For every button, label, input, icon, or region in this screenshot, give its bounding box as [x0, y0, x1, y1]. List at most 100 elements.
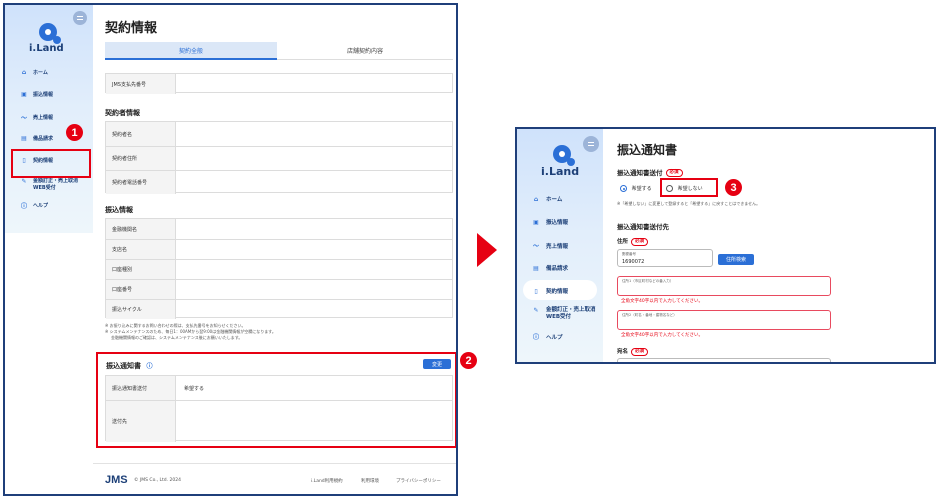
- jms-number-table: JMS支払先番号: [105, 73, 453, 94]
- address-label-text: 住所: [617, 239, 629, 245]
- sidebar-item-label-line2: WEB受付: [546, 314, 572, 320]
- sidebar-item-label: 備品請求: [33, 136, 54, 142]
- sidebar-item-contract[interactable]: ▯ 契約情報: [531, 287, 569, 296]
- sidebar-item-label: 備品請求: [546, 266, 569, 272]
- menu-toggle-button[interactable]: [73, 11, 87, 25]
- required-badge: 必須: [631, 347, 649, 356]
- bank-transfer-icon: ▣: [21, 91, 27, 98]
- send-label: 振込通知書送付 必須: [617, 167, 683, 177]
- row-label: 支店名: [106, 240, 176, 259]
- help-icon: ⓘ: [20, 203, 27, 210]
- name-label-text: 宛名: [617, 349, 629, 355]
- transfer-heading: 振込情報: [105, 206, 133, 214]
- sidebar-item-transfer[interactable]: ▣ 振込情報: [19, 91, 53, 98]
- radio-label: 希望する: [631, 186, 652, 192]
- sidebar-item-supplies[interactable]: ▤ 備品請求: [19, 135, 53, 142]
- sidebar-item-supplies[interactable]: ▤ 備品請求: [531, 264, 569, 273]
- sidebar-item-transfer[interactable]: ▣ 振込情報: [531, 218, 569, 227]
- sidebar-item-label-line2: WEB受付: [33, 185, 56, 191]
- step-badge-3: 3: [725, 179, 742, 196]
- footer-copyright: © JMS Co., Ltd. 2024: [134, 478, 181, 483]
- table-row: 口座種別: [106, 259, 452, 279]
- name-label: 宛名 必須: [617, 347, 649, 356]
- address2-error: 全角文字40字以内で入力してください。: [621, 333, 703, 338]
- iland-logo-icon: [553, 145, 575, 166]
- pencil-icon: ✎: [533, 307, 539, 314]
- radio-button[interactable]: [620, 185, 627, 192]
- next-step-arrow: [477, 233, 497, 267]
- document-icon: ▯: [534, 287, 538, 295]
- sidebar-item-label: 金額訂正・売上取消: [33, 178, 79, 184]
- sidebar-item-label: ヘルプ: [33, 203, 49, 209]
- postal-value: 1690072: [622, 259, 645, 265]
- sidebar-item-label: 金額訂正・売上取消: [546, 307, 596, 313]
- send-label-text: 振込通知書送付: [617, 169, 663, 177]
- invoice-icon: ▤: [533, 264, 539, 272]
- destination-heading: 振込通知書送付先: [617, 223, 669, 231]
- row-label: 契約者住所: [106, 147, 176, 170]
- table-row: 支店名: [106, 239, 452, 259]
- left-sidebar: i.Land ⌂ ホーム ▣ 振込情報 〜 売上情報 ▤ 備品請求 ▯ 契約情報…: [5, 5, 93, 233]
- radio-option-yes[interactable]: 希望する: [620, 185, 652, 192]
- step-badge-1: 1: [66, 124, 83, 141]
- right-screenshot: i.Land ⌂ ホーム ▣ 振込情報 〜 売上情報 ▤ 備品請求 ▯ 契約情報…: [515, 127, 936, 364]
- table-row: 契約者住所: [106, 146, 452, 170]
- right-sidebar: i.Land ⌂ ホーム ▣ 振込情報 〜 売上情報 ▤ 備品請求 ▯ 契約情報…: [517, 129, 603, 362]
- highlight-radio-no: [660, 178, 718, 197]
- row-label: 口座種別: [106, 260, 176, 279]
- transfer-table: 金融機関名 支店名 口座種別 口座番号 振込サイクル: [105, 218, 453, 319]
- invoice-icon: ▤: [21, 135, 27, 142]
- sidebar-item-sales[interactable]: 〜 売上情報: [531, 241, 568, 250]
- chart-line-icon: 〜: [20, 115, 27, 122]
- sidebar-item-correction[interactable]: ✎ 金額訂正・売上取消 WEB受付: [19, 178, 78, 192]
- sidebar-item-label: 振込情報: [546, 220, 569, 226]
- address2-input[interactable]: 住所2（町名・番地・建物名など）: [617, 310, 831, 330]
- step-badge-2-outer: 2: [460, 352, 477, 369]
- address-label: 住所 必須: [617, 237, 649, 246]
- required-badge: 必須: [665, 169, 683, 177]
- iland-logo-icon: [39, 23, 61, 44]
- tab-label: 店舗契約内容: [346, 48, 383, 55]
- row-label: JMS支払先番号: [106, 74, 176, 94]
- sidebar-item-correction[interactable]: ✎ 金額訂正・売上取消 WEB受付: [531, 307, 596, 321]
- transfer-note-3: 金融機関情報のご確認は、システムメンテナンス後にお願いいたします。: [111, 335, 243, 340]
- footer-link-terms[interactable]: i.Land利用規約: [311, 478, 343, 484]
- chart-line-icon: 〜: [532, 243, 539, 250]
- row-label: 振込サイクル: [106, 300, 176, 319]
- home-icon: ⌂: [21, 69, 27, 76]
- table-row: JMS支払先番号: [106, 74, 452, 94]
- footer-link-environment[interactable]: 利用環境: [361, 478, 379, 484]
- footer-link-privacy[interactable]: プライバシーポリシー: [396, 478, 441, 484]
- row-label: 契約者名: [106, 122, 176, 146]
- name-input[interactable]: [617, 358, 831, 362]
- contractor-heading: 契約者情報: [105, 109, 140, 117]
- sidebar-item-label: ホーム: [33, 70, 48, 76]
- tab-label: 契約全般: [178, 47, 203, 55]
- address1-input[interactable]: 住所1（市区町村などの番入力）: [617, 276, 831, 296]
- tab-store-contract[interactable]: 店舗契約内容: [277, 42, 453, 60]
- address-search-button[interactable]: 住所検索: [718, 254, 754, 265]
- required-badge: 必須: [631, 237, 649, 246]
- sidebar-item-help[interactable]: ⓘ ヘルプ: [531, 332, 563, 341]
- left-screenshot: i.Land ⌂ ホーム ▣ 振込情報 〜 売上情報 ▤ 備品請求 ▯ 契約情報…: [3, 3, 458, 496]
- address1-caption: 住所1（市区町村などの番入力）: [622, 279, 674, 283]
- sidebar-item-help[interactable]: ⓘ ヘルプ: [19, 201, 48, 210]
- row-label: 契約者電話番号: [106, 171, 176, 194]
- sidebar-item-label: 売上情報: [546, 243, 569, 250]
- sidebar-item-sales[interactable]: 〜 売上情報: [19, 113, 53, 122]
- sidebar-item-label: 振込情報: [33, 92, 54, 98]
- contractor-table: 契約者名 契約者住所 契約者電話番号: [105, 121, 453, 194]
- radio-note: ※「希望しない」に変更して登録すると「希望する」に戻すことはできません。: [617, 201, 761, 206]
- row-label: 金融機関名: [106, 219, 176, 239]
- tab-contract-general[interactable]: 契約全般: [105, 42, 277, 60]
- iland-logo-text: i.Land: [541, 165, 580, 178]
- table-row: 振込サイクル: [106, 299, 452, 319]
- postal-code-input[interactable]: 郵便番号 1690072: [617, 249, 713, 267]
- sidebar-item-home[interactable]: ⌂ ホーム: [531, 195, 563, 204]
- help-icon: ⓘ: [532, 334, 539, 341]
- postal-caption: 郵便番号: [622, 252, 636, 256]
- sidebar-item-label: 契約情報: [546, 289, 569, 295]
- sidebar-item-home[interactable]: ⌂ ホーム: [19, 69, 48, 76]
- sidebar-item-label: 売上情報: [33, 115, 54, 121]
- menu-toggle-button[interactable]: [583, 136, 599, 152]
